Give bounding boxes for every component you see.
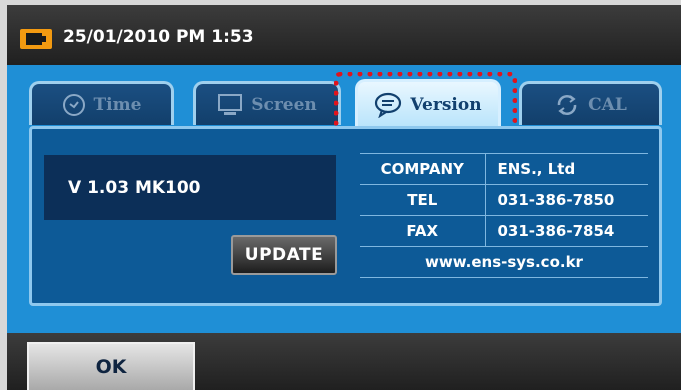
company-info-table: COMPANY ENS., Ltd TEL 031-386-7850 FAX 0… — [360, 153, 648, 278]
info-value: 031-386-7850 — [485, 184, 648, 216]
settings-panel: Time Screen Version CAL V 1.03 MK100 UPD… — [7, 65, 681, 333]
info-value: ENS., Ltd — [485, 153, 648, 185]
refresh-icon — [557, 94, 577, 115]
device-screen: 25/01/2010 PM 1:53 Time Screen Version C… — [0, 0, 681, 390]
datetime-label: 25/01/2010 PM 1:53 — [63, 27, 254, 47]
table-row: www.ens-sys.co.kr — [360, 246, 648, 278]
tab-time-label: Time — [93, 94, 142, 115]
ok-button-label: OK — [95, 356, 127, 378]
info-key: TEL — [360, 184, 486, 216]
table-row: COMPANY ENS., Ltd — [360, 153, 648, 185]
tab-cal-label: CAL — [588, 94, 627, 115]
tab-version-label: Version — [410, 94, 482, 115]
monitor-icon — [218, 93, 243, 115]
table-row: FAX 031-386-7854 — [360, 215, 648, 247]
info-key: COMPANY — [360, 153, 486, 185]
version-text: V 1.03 MK100 — [68, 177, 201, 198]
battery-icon — [20, 29, 52, 49]
info-key: FAX — [360, 215, 486, 247]
tab-screen-label: Screen — [251, 94, 317, 115]
version-content: V 1.03 MK100 UPDATE COMPANY ENS., Ltd TE… — [29, 126, 662, 306]
tab-version[interactable]: Version — [355, 79, 501, 127]
table-row: TEL 031-386-7850 — [360, 184, 648, 216]
bottom-bar: OK — [7, 333, 681, 390]
status-bar: 25/01/2010 PM 1:53 — [7, 5, 681, 65]
tab-screen[interactable]: Screen — [193, 81, 341, 125]
version-display: V 1.03 MK100 — [44, 155, 336, 220]
tab-cal[interactable]: CAL — [519, 81, 662, 125]
website-text: www.ens-sys.co.kr — [360, 246, 648, 278]
speech-bubble-icon — [375, 92, 402, 118]
clock-icon — [62, 93, 85, 116]
update-button[interactable]: UPDATE — [231, 235, 337, 275]
ok-button[interactable]: OK — [27, 342, 195, 390]
info-value: 031-386-7854 — [485, 215, 648, 247]
tab-time[interactable]: Time — [29, 81, 174, 125]
update-button-label: UPDATE — [244, 245, 324, 265]
